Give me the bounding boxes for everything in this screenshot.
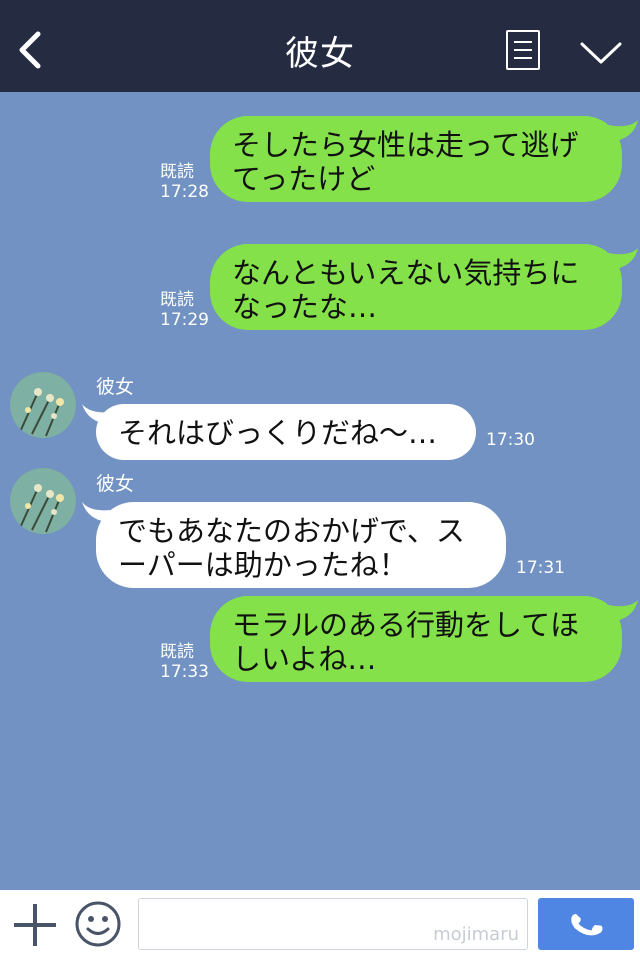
message-time: 17:31 [516, 558, 565, 578]
read-label: 既読 [160, 290, 194, 310]
bubble-tail [604, 248, 638, 270]
message-text: てったけど [232, 162, 376, 196]
message-text: ーパーは助かったね！ [118, 548, 408, 582]
message-time: 17:30 [486, 430, 535, 450]
message-list[interactable]: 既読 17:28 そしたら女性は走って逃げ てったけど 既読 17:29 なんと… [0, 92, 640, 890]
message-time: 17:33 [160, 662, 209, 682]
chat-header: 彼女 [0, 0, 640, 92]
chat-title: 彼女 [285, 34, 355, 74]
message-text: そしたら女性は走って逃げ [232, 128, 579, 162]
call-button[interactable] [538, 898, 634, 950]
message-text: しいよね… [232, 642, 377, 676]
sender-name: 彼女 [96, 473, 135, 495]
incoming-message-bubble[interactable]: それはびっくりだね〜… [96, 404, 476, 460]
sender-name: 彼女 [96, 376, 135, 398]
bubble-tail [604, 120, 638, 142]
avatar-flowers-icon [10, 468, 76, 534]
smile-icon[interactable] [74, 900, 122, 948]
read-label: 既読 [160, 162, 194, 182]
message-time: 17:29 [160, 310, 209, 330]
outgoing-message-bubble[interactable]: モラルのある行動をしてほ しいよね… [210, 596, 622, 682]
bubble-tail [604, 600, 638, 622]
notes-icon[interactable] [506, 30, 540, 70]
outgoing-message-bubble[interactable]: なんともいえない気持ちに なったな… [210, 244, 622, 330]
input-bar: mojimaru [0, 890, 640, 960]
message-text: それはびっくりだね〜… [118, 416, 438, 450]
avatar[interactable] [10, 468, 76, 534]
avatar[interactable] [10, 372, 76, 438]
message-input[interactable]: mojimaru [138, 898, 528, 950]
read-label: 既読 [160, 642, 194, 662]
message-text: なんともいえない気持ちに [232, 256, 580, 290]
plus-icon[interactable] [14, 904, 56, 946]
watermark-text: mojimaru [433, 924, 519, 945]
chevron-down-icon[interactable] [580, 38, 622, 66]
read-status: 既読 17:33 [160, 642, 209, 682]
read-status: 既読 17:29 [160, 290, 209, 330]
message-text: モラルのある行動をしてほ [232, 608, 580, 642]
message-time: 17:28 [160, 182, 209, 202]
message-text: なったな… [232, 290, 378, 324]
outgoing-message-bubble[interactable]: そしたら女性は走って逃げ てったけど [210, 116, 622, 202]
avatar-flowers-icon [10, 372, 76, 438]
phone-icon [571, 913, 603, 936]
read-status: 既読 17:28 [160, 162, 209, 202]
incoming-message-bubble[interactable]: でもあなたのおかげで、ス ーパーは助かったね！ [96, 502, 506, 588]
message-text: でもあなたのおかげで、ス [118, 514, 465, 548]
